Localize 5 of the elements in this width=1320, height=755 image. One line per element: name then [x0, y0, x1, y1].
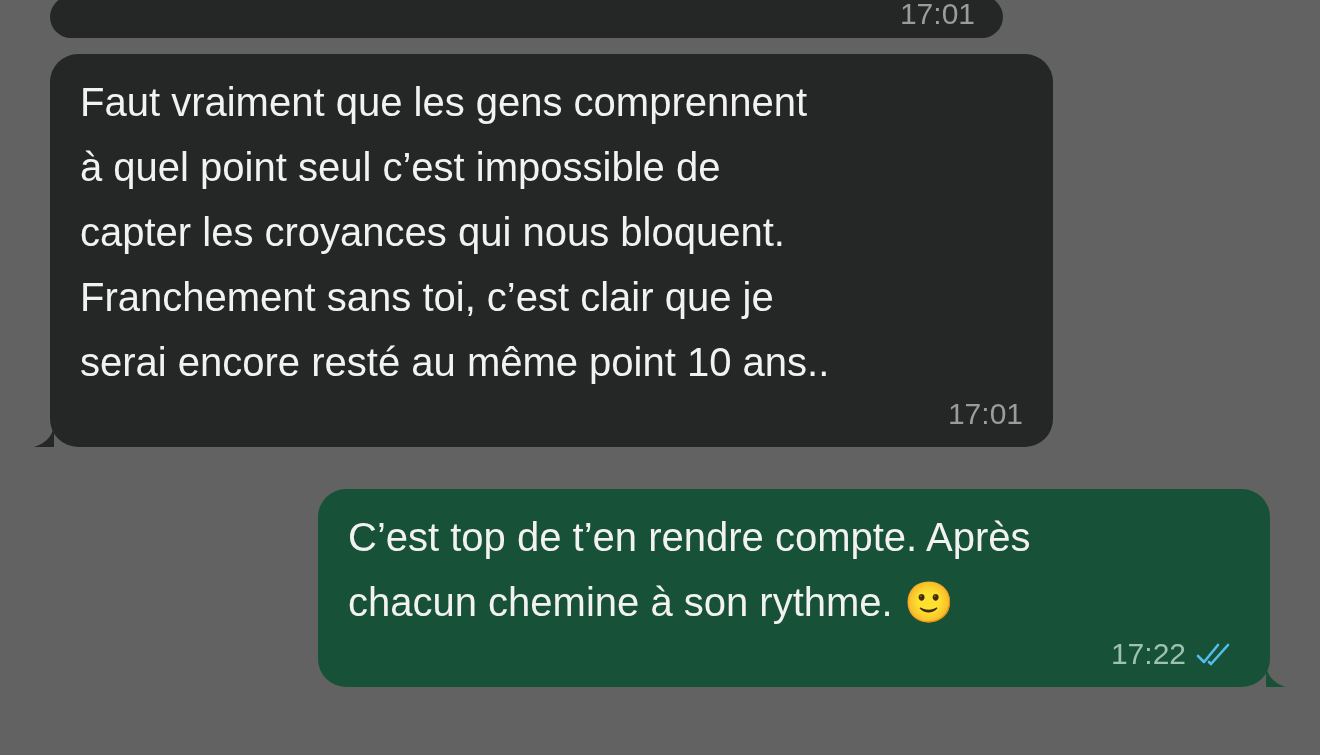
message-time: 17:01 [899, 0, 975, 31]
message-text: Faut vraiment que les gens comprennent à quel point seul c’est impossible de capter les croyances qui nous bloquent. Franchement sans toi, c’est clair que je serai encore resté au même point 10 ans.. [80, 80, 830, 384]
message-time: 17:01 [947, 397, 1023, 431]
message-text: C’est top de t’en rendre compte. Après chacun chemine à son rythme. 🙂 [348, 515, 1031, 624]
message-time: 17:22 [1110, 637, 1186, 671]
